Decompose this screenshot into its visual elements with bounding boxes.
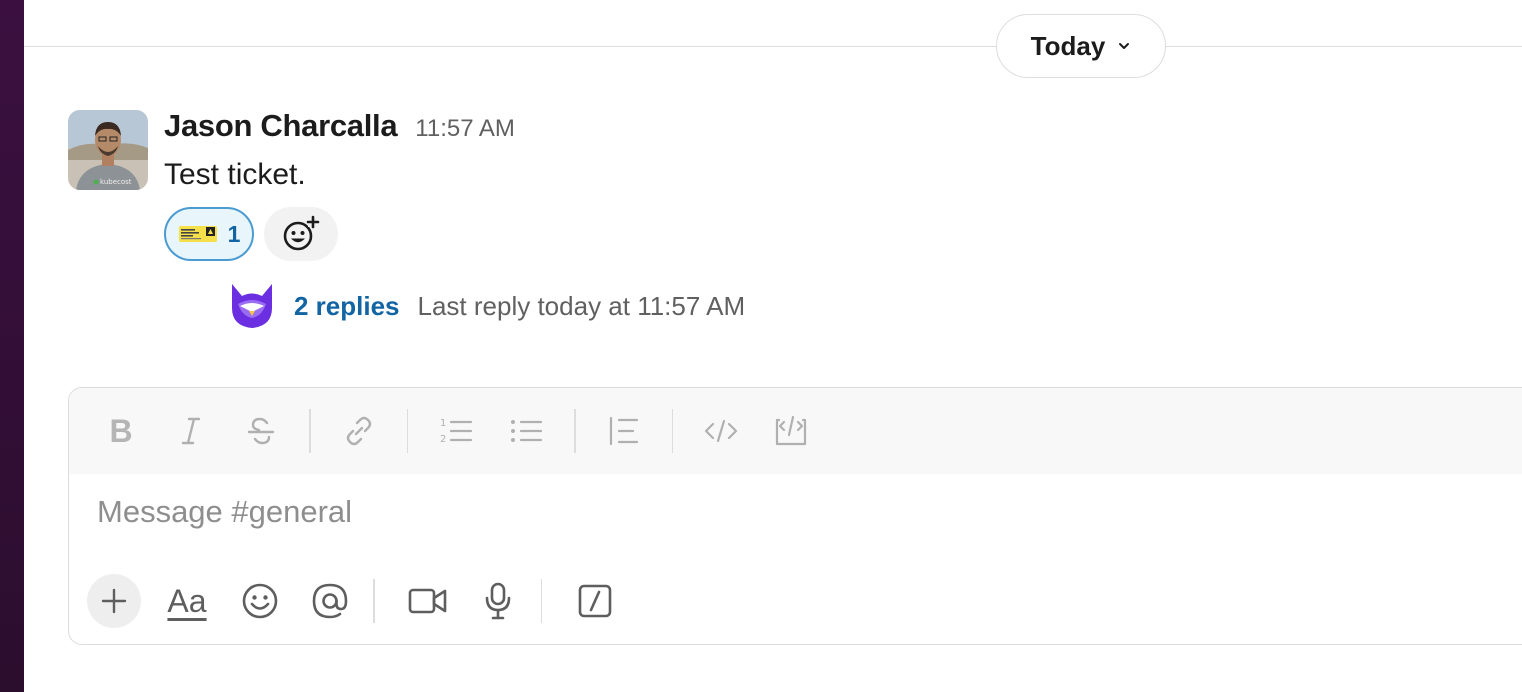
formatting-icon: Aa — [167, 582, 207, 619]
message-timestamp[interactable]: 11:57 AM — [415, 115, 515, 143]
svg-text:1: 1 — [440, 418, 446, 429]
chevron-down-icon — [1119, 43, 1130, 49]
reaction-count: 1 — [227, 220, 241, 247]
italic-icon — [181, 417, 201, 445]
add-emoji-icon — [283, 215, 320, 251]
message-author[interactable]: Jason Charcalla — [164, 108, 398, 144]
bold-button[interactable]: B — [99, 409, 143, 453]
owl-app-icon — [232, 284, 272, 328]
message-text: Test ticket. — [164, 158, 306, 191]
thread-summary[interactable]: 2 replies Last reply today at 11:57 AM — [228, 282, 745, 330]
reactions-bar: 1 — [164, 207, 338, 261]
formatting-toggle-button[interactable]: Aa — [157, 574, 217, 628]
code-icon — [704, 419, 738, 443]
toolbar-divider — [540, 579, 542, 623]
strikethrough-icon — [247, 417, 275, 445]
composer-actions: Aa — [87, 574, 638, 628]
message-composer: B 12 Message #general Aa — [68, 387, 1522, 645]
italic-button[interactable] — [169, 409, 213, 453]
mention-button[interactable] — [303, 574, 357, 628]
replies-link[interactable]: 2 replies — [294, 291, 400, 322]
attach-button[interactable] — [87, 574, 141, 628]
blockquote-button[interactable] — [602, 409, 646, 453]
toolbar-divider — [309, 409, 311, 453]
message-header: Jason Charcalla 11:57 AM — [164, 108, 515, 144]
sidebar-edge — [0, 0, 24, 692]
svg-text:2: 2 — [440, 434, 446, 445]
ticket-emoji-icon — [178, 226, 217, 242]
shortcuts-button[interactable] — [568, 574, 622, 628]
shortcuts-icon — [578, 584, 612, 618]
date-divider-label: Today — [1030, 30, 1106, 61]
video-clip-button[interactable] — [401, 574, 455, 628]
reaction-ticket[interactable]: 1 — [164, 207, 254, 261]
blockquote-icon — [609, 416, 638, 446]
audio-clip-button[interactable] — [471, 574, 525, 628]
emoji-icon — [242, 583, 278, 619]
bulleted-list-button[interactable] — [504, 409, 548, 453]
avatar-photo: kubecost — [68, 110, 148, 190]
code-button[interactable] — [699, 409, 743, 453]
plus-icon — [101, 588, 127, 614]
link-button[interactable] — [337, 409, 381, 453]
mention-icon — [312, 583, 348, 619]
toolbar-divider — [671, 409, 673, 453]
toolbar-divider — [406, 409, 408, 453]
formatting-toolbar: B 12 — [69, 388, 1522, 474]
add-reaction-button[interactable] — [264, 207, 338, 261]
svg-text:kubecost: kubecost — [100, 178, 132, 186]
emoji-button[interactable] — [233, 574, 287, 628]
bold-icon: B — [109, 412, 133, 449]
ordered-list-button[interactable]: 12 — [434, 409, 478, 453]
strikethrough-button[interactable] — [239, 409, 283, 453]
date-divider-line — [24, 46, 1522, 47]
code-block-button[interactable] — [769, 409, 813, 453]
microphone-icon — [485, 582, 510, 620]
link-icon — [346, 416, 371, 446]
code-block-icon — [775, 415, 807, 446]
last-reply-text: Last reply today at 11:57 AM — [417, 290, 746, 321]
date-divider-button[interactable]: Today — [996, 14, 1166, 78]
bulleted-list-icon — [511, 420, 543, 442]
avatar[interactable]: kubecost — [68, 110, 148, 190]
ordered-list-icon: 12 — [440, 418, 473, 445]
toolbar-divider — [373, 579, 375, 623]
video-icon — [408, 588, 446, 614]
toolbar-divider — [574, 409, 576, 453]
message-input[interactable]: Message #general — [97, 494, 352, 530]
